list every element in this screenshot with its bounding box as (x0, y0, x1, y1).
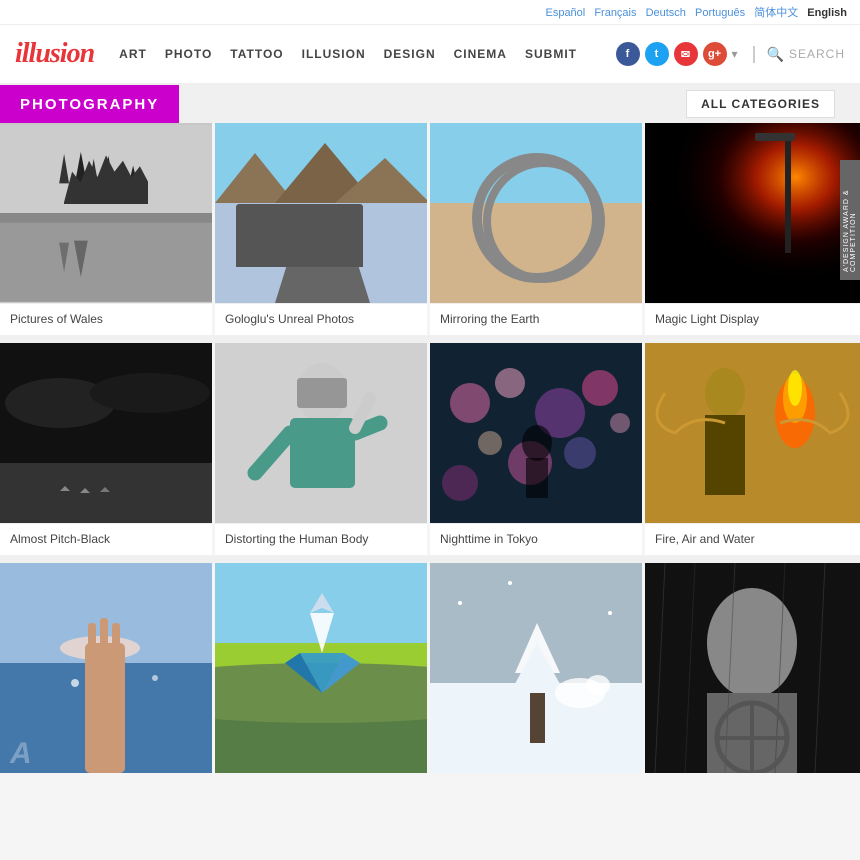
category-header: PHOTOGRAPHY ALL CATEGORIES (0, 85, 860, 123)
photo-item-truck[interactable]: Gologlu's Unreal Photos (215, 123, 430, 335)
main-content: PHOTOGRAPHY ALL CATEGORIES (0, 85, 860, 773)
photo-caption-distort: Distorting the Human Body (215, 523, 427, 555)
social-more-icon[interactable]: ▾ (732, 47, 738, 61)
nav-illusion[interactable]: ILLUSION (302, 47, 366, 61)
photo-caption-tokyo: Nighttime in Tokyo (430, 523, 642, 555)
photography-badge: PHOTOGRAPHY (0, 85, 179, 123)
lang-english[interactable]: English (807, 7, 847, 19)
nav-submit[interactable]: SUBMIT (525, 47, 577, 61)
photo-caption-light: Magic Light Display (645, 303, 860, 335)
photo-row-2: Almost Pitch-Black (0, 343, 860, 555)
search-area: 🔍 SEARCH (753, 46, 845, 63)
photo-item-distort[interactable]: Distorting the Human Body (215, 343, 430, 555)
svg-text:A: A (9, 737, 32, 770)
photo-caption-fire: Fire, Air and Water (645, 523, 860, 555)
photo-caption-truck: Gologlu's Unreal Photos (215, 303, 427, 335)
site-logo[interactable]: illusion (15, 38, 94, 70)
facebook-button[interactable]: f (616, 42, 640, 66)
nav-cinema[interactable]: CINEMA (454, 47, 507, 61)
googleplus-button[interactable]: g+ (703, 42, 727, 66)
row-divider-2 (0, 555, 860, 563)
row-divider-1 (0, 335, 860, 343)
search-label[interactable]: SEARCH (789, 47, 845, 61)
photo-item-wales[interactable]: Pictures of Wales (0, 123, 215, 335)
lang-portugues[interactable]: Português (695, 7, 745, 19)
lang-chinese[interactable]: 简体中文 (754, 7, 798, 19)
lang-deutsch[interactable]: Deutsch (646, 7, 686, 19)
nav-art[interactable]: ART (119, 47, 147, 61)
social-icons: f t ✉ g+ ▾ (616, 42, 738, 66)
language-bar: Español Français Deutsch Português 简体中文 … (0, 0, 860, 25)
lang-espanol[interactable]: Español (545, 7, 585, 19)
photo-item-tokyo[interactable]: Nighttime in Tokyo (430, 343, 645, 555)
photo-caption-black: Almost Pitch-Black (0, 523, 212, 555)
all-categories-button[interactable]: ALL CATEGORIES (686, 90, 835, 118)
photo-item-fire[interactable]: Fire, Air and Water (645, 343, 860, 555)
photo-item-origami[interactable] (215, 563, 430, 773)
main-nav: ART PHOTO TATTOO ILLUSION DESIGN CINEMA … (119, 47, 615, 61)
email-button[interactable]: ✉ (674, 42, 698, 66)
photo-item-light[interactable]: Magic Light Display (645, 123, 860, 335)
photo-item-mirror[interactable]: Mirroring the Earth (430, 123, 645, 335)
photo-item-black[interactable]: Almost Pitch-Black (0, 343, 215, 555)
twitter-button[interactable]: t (645, 42, 669, 66)
site-header: illusion ART PHOTO TATTOO ILLUSION DESIG… (0, 25, 860, 85)
nav-design[interactable]: DESIGN (384, 47, 436, 61)
photo-item-hand[interactable]: A (0, 563, 215, 773)
lang-francais[interactable]: Français (594, 7, 636, 19)
search-icon: 🔍 (767, 46, 784, 63)
photo-item-portrait[interactable] (645, 563, 860, 773)
photo-item-snow[interactable] (430, 563, 645, 773)
photo-caption-mirror: Mirroring the Earth (430, 303, 642, 335)
nav-photo[interactable]: PHOTO (165, 47, 212, 61)
photo-row-3: A (0, 563, 860, 773)
nav-tattoo[interactable]: TATTOO (230, 47, 283, 61)
design-award-banner[interactable]: A'DESIGN AWARD & COMPETITION (840, 160, 860, 280)
photo-row-1: Pictures of Wales (0, 123, 860, 335)
photo-caption-wales: Pictures of Wales (0, 303, 212, 335)
logo-text: illusion (15, 38, 94, 69)
